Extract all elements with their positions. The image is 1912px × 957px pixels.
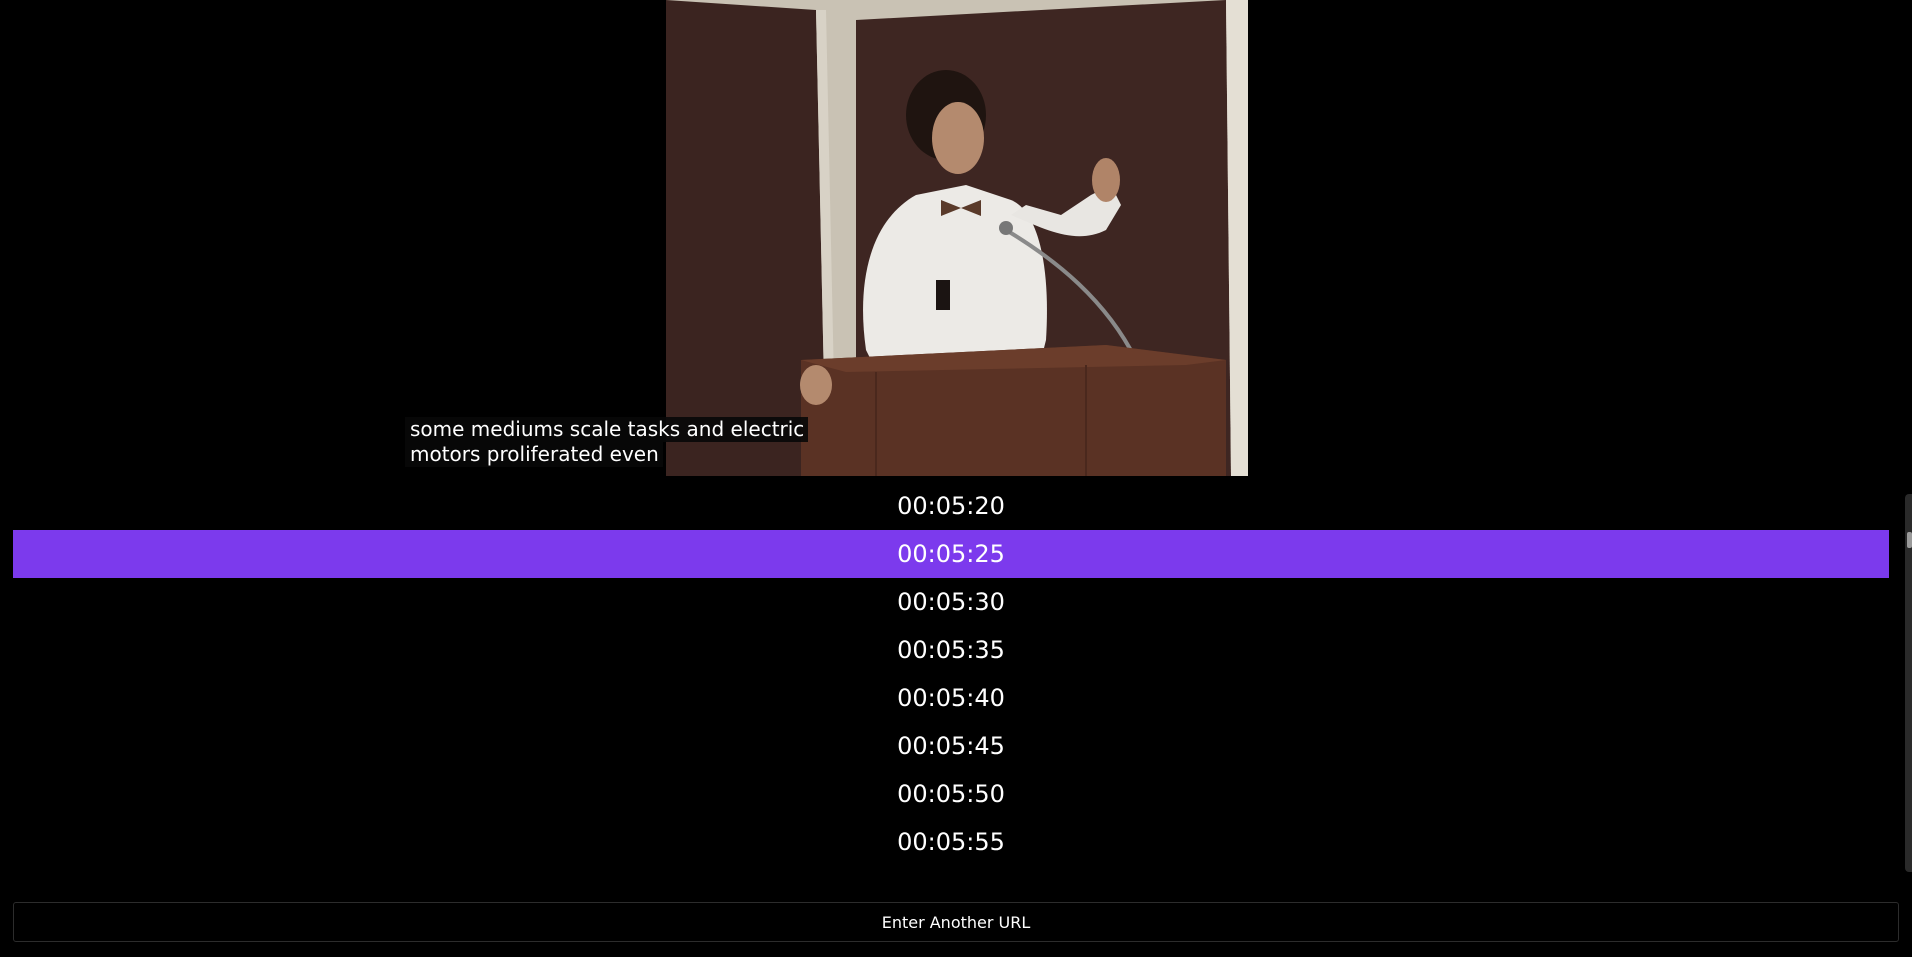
timestamp-scrollbar[interactable] [1905, 494, 1912, 872]
scrollbar-thumb[interactable] [1907, 532, 1912, 548]
timestamp-item-active[interactable]: 00:05:25 [13, 530, 1889, 578]
app-root: some mediums scale tasks and electric mo… [0, 0, 1912, 957]
timestamp-item[interactable]: 00:05:40 [13, 674, 1889, 722]
timestamp-item[interactable]: 00:05:30 [13, 578, 1889, 626]
video-player[interactable] [666, 0, 1248, 476]
caption-line: some mediums scale tasks and electric [405, 417, 809, 442]
enter-another-url-button[interactable]: Enter Another URL [13, 902, 1899, 942]
caption-line: motors proliferated even [405, 442, 663, 467]
video-frame-image [666, 0, 1248, 476]
timestamp-item[interactable]: 00:05:35 [13, 626, 1889, 674]
timestamp-item[interactable]: 00:05:50 [13, 770, 1889, 818]
timestamp-item[interactable]: 00:05:20 [13, 482, 1889, 530]
caption-overlay: some mediums scale tasks and electric mo… [405, 417, 809, 467]
timestamp-item[interactable]: 00:05:55 [13, 818, 1889, 866]
timestamp-item[interactable]: 00:05:45 [13, 722, 1889, 770]
timestamp-list: 00:05:20 00:05:25 00:05:30 00:05:35 00:0… [13, 482, 1889, 866]
